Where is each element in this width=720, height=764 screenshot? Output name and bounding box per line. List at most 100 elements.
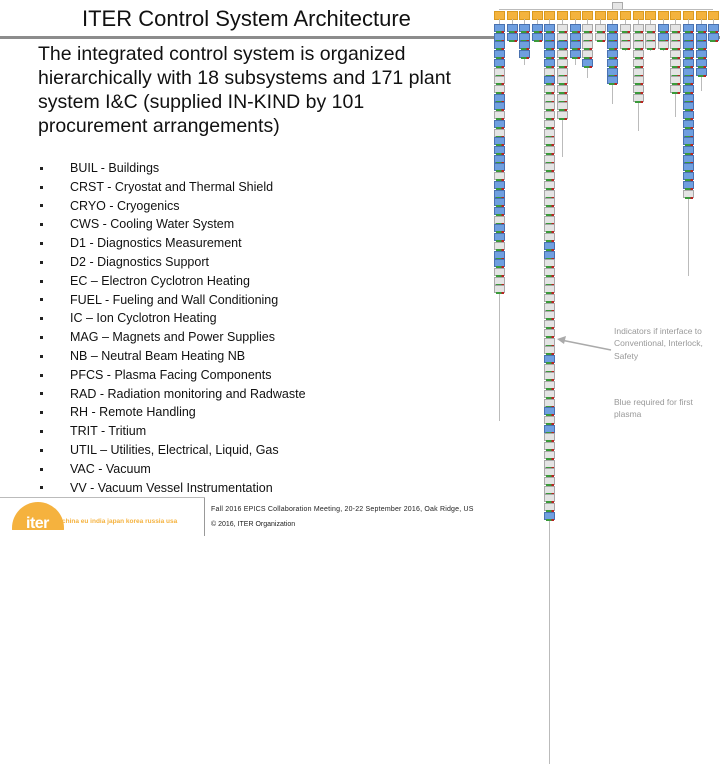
plant-system-node (557, 41, 568, 51)
plant-system-node (494, 84, 505, 94)
plant-system-node (494, 102, 505, 112)
bullet-icon (40, 298, 43, 302)
intro-paragraph: The integrated control system is organiz… (38, 43, 451, 137)
plant-system-node (544, 363, 556, 373)
plant-system-node (544, 154, 556, 164)
plant-system-node (494, 76, 505, 86)
plant-system-node (494, 24, 505, 33)
member-countries: china eu india japan korea russia usa (62, 518, 178, 525)
plant-system-node (544, 485, 556, 495)
plant-system-node (494, 58, 505, 68)
plant-system-node (544, 328, 556, 338)
logo-text: iter (26, 515, 49, 532)
plant-system-node (531, 32, 543, 42)
plant-system-node (494, 267, 505, 277)
subsystem-label: VAC - Vacuum (70, 461, 151, 476)
subsystem-label: VV - Vacuum Vessel Instrumentation (70, 480, 273, 495)
plant-system-node (607, 67, 619, 77)
plant-system-node (695, 24, 707, 33)
plant-system-node (544, 111, 556, 121)
plant-system-node (670, 58, 682, 68)
plant-system-node (670, 84, 682, 94)
plant-system-node (544, 50, 556, 60)
plant-system-node (544, 450, 556, 460)
plant-system-node (632, 32, 644, 42)
note-indicators: Indicators if interface to Conventional,… (614, 326, 703, 361)
bullet-icon (40, 354, 43, 358)
plant-system-node (544, 398, 556, 408)
plant-system-node (607, 32, 619, 42)
plant-system-node (494, 111, 505, 121)
plant-system-node (544, 424, 556, 434)
plant-system-node (494, 259, 505, 269)
subsystem-item: CRST - Cryostat and Thermal Shield (30, 178, 306, 197)
plant-system-node (544, 389, 556, 399)
plant-system-node (531, 24, 543, 33)
subsystem-item: UTIL – Utilities, Electrical, Liquid, Ga… (30, 441, 306, 460)
plant-system-node (506, 24, 518, 33)
subsystem-label: CWS - Cooling Water System (70, 217, 235, 232)
subsystem-label: RH - Remote Handling (70, 405, 196, 420)
plant-system-node (544, 381, 556, 391)
plant-system-node (670, 24, 682, 33)
plant-system-node (695, 32, 707, 42)
plant-system-node (494, 285, 505, 295)
subsystem-label: PFCS - Plasma Facing Components (70, 367, 272, 382)
plant-system-node (494, 241, 505, 251)
subsystem-item: FUEL - Fueling and Wall Conditioning (30, 291, 306, 310)
subsystem-label: EC – Electron Cyclotron Heating (70, 273, 250, 288)
plant-system-node (632, 41, 644, 51)
plant-system-node (645, 32, 657, 42)
plant-system-node (683, 189, 694, 199)
subsystem-item: RH - Remote Handling (30, 403, 306, 422)
plant-system-node (708, 24, 720, 33)
subsystem-label: TRIT - Tritium (70, 424, 147, 439)
plant-system-node (683, 180, 694, 190)
bullet-icon (40, 486, 43, 490)
plant-system-node (645, 24, 657, 33)
footer-divider (204, 498, 205, 536)
plant-system-node (544, 128, 556, 138)
subsystem-label: CRYO - Cryogenics (70, 198, 180, 213)
subsystem-item: VV - Vacuum Vessel Instrumentation (30, 479, 306, 498)
plant-system-node (544, 433, 556, 443)
plant-system-node (494, 41, 505, 51)
plant-system-node (683, 41, 694, 51)
footer-rule (0, 497, 205, 498)
plant-system-node (557, 67, 568, 77)
plant-system-node (683, 50, 694, 60)
plant-system-node (544, 93, 556, 103)
plant-system-node (657, 32, 669, 42)
plant-system-node (544, 503, 556, 513)
plant-system-node (569, 32, 581, 42)
plant-system-node (708, 32, 720, 42)
plant-system-node (544, 163, 556, 173)
subsystem-label: D1 - Diagnostics Measurement (70, 236, 242, 251)
plant-system-node (645, 41, 657, 51)
copyright: © 2016, ITER Organization (211, 521, 296, 528)
plant-system-node (494, 172, 505, 182)
plant-system-node (544, 206, 556, 216)
plant-system-node (683, 172, 694, 182)
bullet-icon (40, 242, 43, 246)
plant-system-node (544, 355, 556, 365)
plant-system-node (557, 76, 568, 86)
plant-system-node (544, 259, 556, 269)
plant-system-node (544, 320, 556, 330)
plant-system-node (519, 24, 531, 33)
plant-system-node (494, 276, 505, 286)
iter-logo: iter (8, 502, 68, 532)
plant-system-node (544, 372, 556, 382)
subsystem-item: VAC - Vacuum (30, 460, 306, 479)
plant-system-node (544, 180, 556, 190)
bullet-icon (40, 467, 43, 471)
plant-system-node (582, 24, 594, 33)
plant-system-node (494, 180, 505, 190)
plant-system-node (607, 50, 619, 60)
plant-system-node (544, 442, 556, 452)
plant-system-node (607, 24, 619, 33)
plant-system-node (544, 468, 556, 478)
plant-system-node (657, 41, 669, 51)
subsystem-label: UTIL – Utilities, Electrical, Liquid, Ga… (70, 442, 279, 457)
plant-system-node (582, 50, 594, 60)
